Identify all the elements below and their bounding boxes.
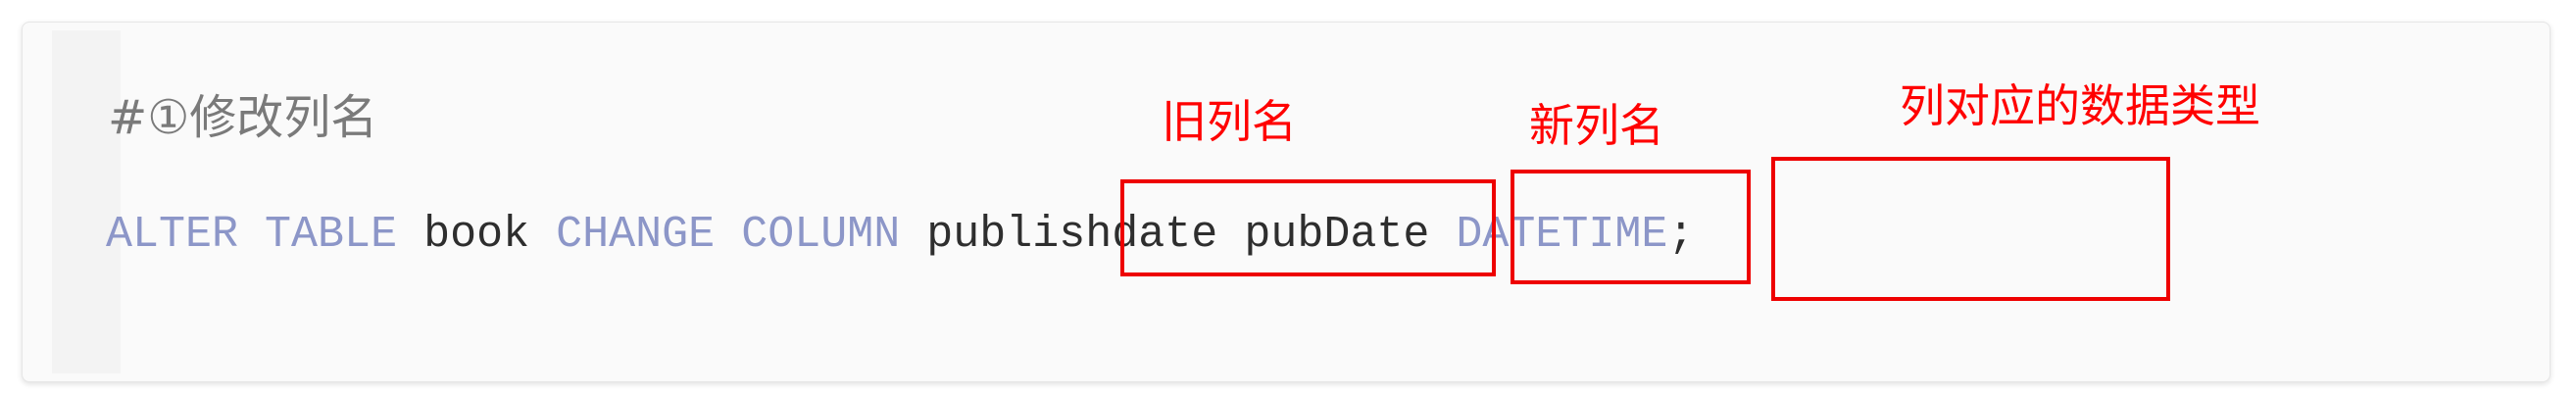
change-keyword: CHANGE xyxy=(556,210,716,260)
data-type-highlight-box xyxy=(1771,157,2170,301)
new-column-highlight-box xyxy=(1511,170,1751,284)
new-column-annotation: 新列名 xyxy=(1529,99,1664,152)
screenshot-page: #①修改列名 ALTER TABLE book CHANGE COLUMN pu… xyxy=(0,0,2576,396)
cropped-text-strip xyxy=(0,0,2576,22)
table-keyword: TABLE xyxy=(265,210,398,260)
table-name: book xyxy=(423,210,530,260)
column-keyword: COLUMN xyxy=(741,210,901,260)
old-column-annotation: 旧列名 xyxy=(1162,95,1297,148)
code-comment: #①修改列名 xyxy=(108,90,378,145)
data-type-annotation: 列对应的数据类型 xyxy=(1900,79,2260,132)
alter-keyword: ALTER xyxy=(106,210,239,260)
old-column-highlight-box xyxy=(1120,179,1496,276)
